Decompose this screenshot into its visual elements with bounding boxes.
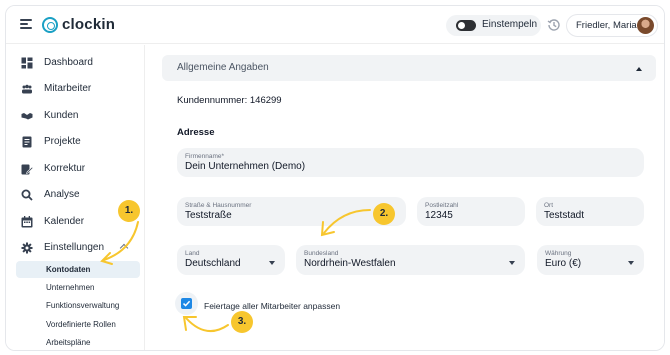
logo-text: clockin bbox=[62, 16, 116, 33]
field-label: Bundesland bbox=[304, 250, 339, 257]
field-label: Postleitzahl bbox=[425, 202, 459, 209]
field-value: Teststadt bbox=[544, 210, 585, 221]
handshake-icon bbox=[21, 113, 33, 120]
chevron-up-icon[interactable] bbox=[119, 243, 129, 253]
sidebar-subitem-label: Vordefinierte Rollen bbox=[46, 320, 116, 329]
dropdown-caret-icon bbox=[269, 261, 275, 265]
sidebar-item-projekte[interactable]: Projekte bbox=[16, 131, 141, 153]
clock-in-label: Einstempeln bbox=[482, 19, 538, 30]
callout-badge-2: 2. bbox=[373, 203, 395, 225]
logo[interactable]: clockin bbox=[42, 16, 115, 33]
collapse-caret-icon bbox=[636, 67, 642, 71]
dashboard-icon bbox=[21, 57, 33, 69]
edit-icon bbox=[21, 164, 33, 175]
field-value: Euro (€) bbox=[545, 258, 582, 269]
folder-icon bbox=[22, 136, 32, 148]
field-label: Straße & Hausnummer bbox=[185, 202, 252, 209]
collapse-menu-icon[interactable] bbox=[20, 18, 34, 30]
avatar bbox=[637, 17, 654, 34]
search-icon bbox=[21, 189, 33, 201]
gear-icon bbox=[21, 242, 33, 254]
field-label: Land bbox=[185, 250, 200, 257]
field-label: Währung bbox=[545, 250, 572, 257]
sidebar-subitem-label: Funktionsverwaltung bbox=[46, 301, 120, 310]
clockin-logo-icon bbox=[42, 16, 58, 33]
sidebar-item-label: Mitarbeiter bbox=[44, 83, 92, 94]
state-select[interactable]: Bundesland Nordrhein-Westfalen bbox=[296, 245, 525, 275]
clock-in-toggle-button[interactable]: Einstempeln bbox=[446, 15, 541, 36]
field-value: Deutschland bbox=[185, 258, 241, 269]
app-window: clockin Einstempeln Friedler, Maria Dash… bbox=[5, 5, 665, 351]
sidebar-item-label: Analyse bbox=[44, 189, 80, 200]
city-field[interactable]: Ort Teststadt bbox=[536, 197, 644, 226]
user-name: Friedler, Maria bbox=[576, 20, 637, 31]
employees-icon bbox=[22, 84, 32, 94]
checkmark-icon bbox=[182, 300, 191, 307]
sidebar-subitem-label: Arbeitspläne bbox=[46, 338, 91, 347]
sidebar-subitem-label: Unternehmen bbox=[46, 283, 95, 292]
field-value: Nordrhein-Westfalen bbox=[304, 258, 396, 269]
sidebar: Dashboard Mitarbeiter Kunden Projekte Ko… bbox=[6, 45, 144, 350]
sidebar-item-label: Einstellungen bbox=[44, 242, 105, 253]
history-icon[interactable] bbox=[547, 18, 561, 32]
sidebar-item-label: Kalender bbox=[44, 216, 85, 227]
field-label: Ort bbox=[544, 202, 554, 209]
section-title: Allgemeine Angaben bbox=[177, 62, 269, 73]
street-field[interactable]: Straße & Hausnummer Teststraße bbox=[177, 197, 406, 226]
sidebar-subitem-unternehmen[interactable]: Unternehmen bbox=[16, 279, 140, 296]
section-header-allgemeine-angaben[interactable]: Allgemeine Angaben bbox=[162, 55, 656, 81]
callout-badge-3: 3. bbox=[231, 311, 253, 333]
company-name-field[interactable]: Firmenname* Dein Unternehmen (Demo) bbox=[177, 148, 644, 177]
field-label: Firmenname* bbox=[185, 153, 225, 160]
callout-badge-1: 1. bbox=[118, 200, 140, 222]
sidebar-item-mitarbeiter[interactable]: Mitarbeiter bbox=[16, 78, 141, 100]
sidebar-item-label: Kunden bbox=[44, 110, 79, 121]
user-menu-button[interactable]: Friedler, Maria bbox=[566, 14, 658, 37]
sidebar-subitem-funktionsverwaltung[interactable]: Funktionsverwaltung bbox=[16, 297, 140, 314]
sidebar-item-einstellungen[interactable]: Einstellungen bbox=[16, 237, 141, 259]
sidebar-subitem-kontodaten[interactable]: Kontodaten bbox=[16, 261, 140, 278]
sidebar-subitem-arbeitsplaene[interactable]: Arbeitspläne bbox=[16, 334, 140, 350]
sidebar-item-label: Korrektur bbox=[44, 163, 86, 174]
address-heading: Adresse bbox=[177, 127, 215, 138]
zip-field[interactable]: Postleitzahl 12345 bbox=[417, 197, 525, 226]
country-select[interactable]: Land Deutschland bbox=[177, 245, 285, 275]
toggle-switch-icon bbox=[456, 20, 476, 31]
sidebar-item-label: Projekte bbox=[44, 136, 81, 147]
sidebar-item-label: Dashboard bbox=[44, 57, 93, 68]
field-value: Dein Unternehmen (Demo) bbox=[185, 161, 306, 172]
sidebar-item-kunden[interactable]: Kunden bbox=[16, 105, 141, 127]
sidebar-item-dashboard[interactable]: Dashboard bbox=[16, 52, 141, 74]
dropdown-caret-icon bbox=[628, 261, 634, 265]
sidebar-item-korrektur[interactable]: Korrektur bbox=[16, 158, 141, 180]
holidays-checkbox-label: Feiertage aller Mitarbeiter anpassen bbox=[204, 301, 341, 311]
top-bar: clockin Einstempeln Friedler, Maria bbox=[6, 6, 664, 44]
dropdown-caret-icon bbox=[509, 261, 515, 265]
field-value: Teststraße bbox=[185, 210, 232, 221]
sidebar-subitem-vordefinierte-rollen[interactable]: Vordefinierte Rollen bbox=[16, 316, 140, 333]
main-content: Allgemeine Angaben Kundennummer: 146299 … bbox=[145, 45, 664, 350]
field-value: 12345 bbox=[425, 210, 453, 221]
sidebar-subitem-label: Kontodaten bbox=[46, 265, 91, 274]
currency-select[interactable]: Währung Euro (€) bbox=[537, 245, 644, 275]
holidays-checkbox[interactable] bbox=[181, 298, 192, 309]
customer-number: Kundennummer: 146299 bbox=[177, 95, 282, 106]
calendar-icon bbox=[21, 216, 33, 228]
